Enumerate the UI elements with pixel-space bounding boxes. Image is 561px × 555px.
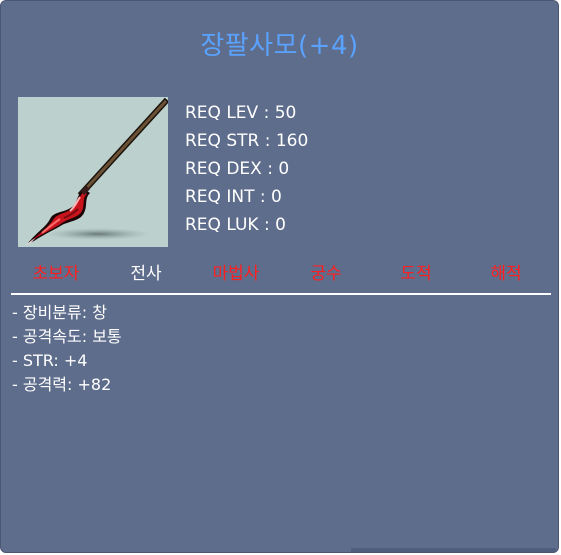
job-bowman: 궁수 xyxy=(310,264,342,284)
job-beginner: 초보자 xyxy=(32,264,80,284)
spear-weapon-icon xyxy=(18,97,168,247)
requirements-list: REQ LEV : 50 REQ STR : 160 REQ DEX : 0 R… xyxy=(185,99,308,239)
job-thief: 도적 xyxy=(400,264,432,284)
req-level: REQ LEV : 50 xyxy=(185,103,297,123)
job-pirate: 해적 xyxy=(490,264,522,284)
bottom-edge-bar xyxy=(351,548,556,552)
stat-str: - STR: +4 xyxy=(12,351,88,370)
req-dex: REQ DEX : 0 xyxy=(185,159,290,179)
req-luk: REQ LUK : 0 xyxy=(185,215,286,235)
job-magician: 마법사 xyxy=(212,264,260,284)
stat-attack-speed: - 공격속도: 보통 xyxy=(12,327,122,346)
req-str: REQ STR : 160 xyxy=(185,131,309,151)
job-requirements: 초보자 전사 마법사 궁수 도적 해적 xyxy=(11,260,551,288)
item-stats-list: - 장비분류: 창 - 공격속도: 보통 - STR: +4 - 공격력: +8… xyxy=(12,302,122,398)
item-tooltip: 장팔사모(+4) REQ LEV: 50 REQ STR: 160 REQ … xyxy=(0,0,559,553)
stat-category: - 장비분류: 창 xyxy=(12,303,107,322)
item-name-title: 장팔사모(+4) xyxy=(200,31,359,61)
stat-attack: - 공격력: +82 xyxy=(12,375,112,394)
job-warrior: 전사 xyxy=(130,264,162,284)
divider xyxy=(11,293,551,295)
req-int: REQ INT : 0 xyxy=(185,187,282,207)
